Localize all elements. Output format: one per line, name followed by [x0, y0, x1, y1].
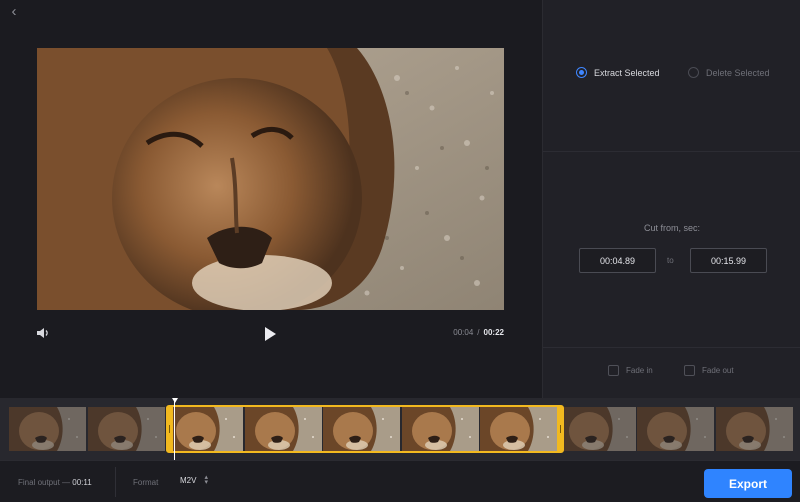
chevron-left-icon: ‹ [11, 3, 17, 20]
radio-dot-selected [576, 67, 587, 78]
cut-section: Cut from, sec: to [543, 152, 800, 348]
cut-to-input[interactable] [690, 248, 767, 273]
fade-in-checkbox[interactable]: Fade in [608, 365, 653, 376]
play-icon [265, 327, 276, 341]
checkbox-box [608, 365, 619, 376]
cut-from-label: Cut from, sec: [643, 223, 700, 233]
fade-in-label: Fade in [626, 366, 653, 375]
delete-selected-radio[interactable]: Delete Selected [688, 67, 770, 78]
video-preview-pane: ‹ 00:04 / 00:22 [0, 0, 542, 398]
format-value: M2V [180, 475, 197, 485]
settings-panel: Extract Selected Delete Selected Cut fro… [542, 0, 800, 398]
fade-out-checkbox[interactable]: Fade out [684, 365, 734, 376]
play-button[interactable] [262, 325, 278, 343]
format-select[interactable]: M2V ▴ ▾ [180, 474, 208, 486]
chevron-updown-icon: ▴ ▾ [204, 474, 208, 486]
export-button[interactable]: Export [704, 469, 792, 498]
selection-range[interactable] [166, 405, 564, 453]
cut-from-input[interactable] [579, 248, 656, 273]
video-frame [37, 48, 504, 310]
volume-button[interactable] [35, 325, 51, 341]
to-label: to [667, 256, 674, 265]
player-controls: 00:04/00:22 [0, 318, 542, 348]
timeline-thumbnail [87, 407, 165, 451]
radio-dot [688, 67, 699, 78]
back-button[interactable]: ‹ [6, 4, 22, 20]
extract-selected-radio[interactable]: Extract Selected [576, 67, 660, 78]
timeline-thumbnail [715, 407, 793, 451]
timeline-thumbnail [637, 407, 714, 451]
timeline-thumbnail [558, 407, 636, 451]
format-label: Format [133, 478, 159, 487]
footer-bar: Final output — 00:11 Format M2V ▴ ▾ Expor… [0, 460, 800, 502]
duration: 00:22 [483, 328, 504, 337]
playhead[interactable] [174, 400, 175, 460]
final-output-value: 00:11 [72, 478, 92, 487]
fade-out-label: Fade out [702, 366, 734, 375]
extract-selected-label: Extract Selected [594, 67, 660, 78]
volume-icon [37, 328, 48, 338]
timeline-thumbnail [9, 407, 86, 451]
fade-section: Fade in Fade out [543, 348, 800, 398]
delete-selected-label: Delete Selected [706, 67, 770, 78]
timeline-track[interactable] [0, 398, 800, 460]
checkbox-box [684, 365, 695, 376]
selection-end-handle[interactable] [557, 405, 564, 453]
current-time: 00:04 [453, 328, 474, 337]
final-output: Final output — 00:11 [18, 478, 92, 487]
footer-divider [115, 467, 116, 497]
selection-start-handle[interactable] [166, 405, 173, 453]
time-separator: / [477, 328, 480, 337]
mode-section: Extract Selected Delete Selected [543, 0, 800, 152]
time-display: 00:04/00:22 [453, 328, 504, 337]
playhead-knob[interactable] [172, 398, 178, 403]
final-output-label: Final output — [18, 478, 71, 487]
lion-frame-image [37, 48, 504, 310]
